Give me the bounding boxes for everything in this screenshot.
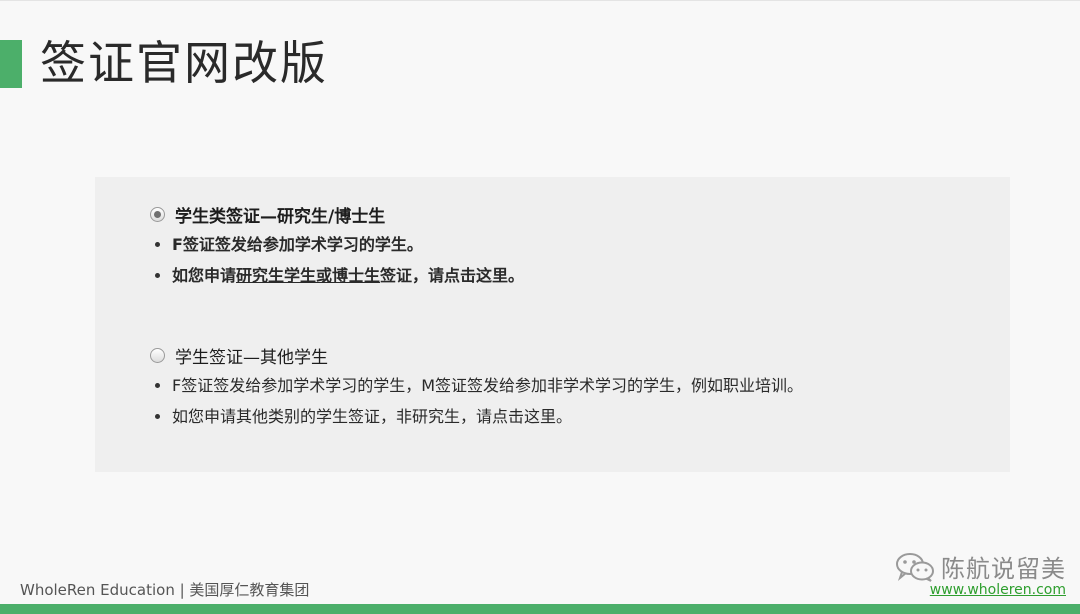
bullet-suffix: 签证，请点击这里。 bbox=[380, 266, 525, 285]
brand-watermark: 陈航说留美 www.wholeren.com bbox=[895, 549, 1066, 598]
option-description: F签证签发给参加学术学习的学生，M签证签发给参加非学术学习的学生，例如职业培训。… bbox=[150, 370, 803, 432]
radio-graduate[interactable] bbox=[150, 206, 165, 222]
footer-company: WholeRen Education | 美国厚仁教育集团 bbox=[20, 581, 310, 599]
option-description: F签证签发给参加学术学习的学生。 如您申请研究生学生或博士生签证，请点击这里。 bbox=[150, 229, 524, 291]
option-label[interactable]: 学生类签证—研究生/博士生 bbox=[175, 202, 385, 227]
slide-title: 签证官网改版 bbox=[40, 36, 328, 90]
visa-category-panel: 学生类签证—研究生/博士生 F签证签发给参加学术学习的学生。 如您申请研究生学生… bbox=[95, 177, 1010, 472]
slide: 签证官网改版 学生类签证—研究生/博士生 F签证签发给参加学术学习的学生。 如您… bbox=[0, 0, 1080, 614]
option-label[interactable]: 学生签证—其他学生 bbox=[175, 343, 328, 368]
bullet-item: 如您申请其他类别的学生签证，非研究生，请点击这里。 bbox=[150, 401, 803, 432]
brand-url-link[interactable]: www.wholeren.com bbox=[895, 582, 1066, 598]
graduate-doctoral-link[interactable]: 研究生学生或博士生 bbox=[236, 266, 380, 285]
visa-option-other[interactable]: 学生签证—其他学生 F签证签发给参加学术学习的学生，M签证签发给参加非学术学习的… bbox=[150, 342, 803, 432]
bullet-item: F签证签发给参加学术学习的学生，M签证签发给参加非学术学习的学生，例如职业培训。 bbox=[150, 370, 803, 401]
wechat-icon bbox=[896, 552, 934, 582]
brand-name: 陈航说留美 bbox=[941, 555, 1066, 583]
radio-other[interactable] bbox=[150, 347, 165, 363]
bullet-prefix: 如您申请 bbox=[172, 266, 237, 285]
bullet-item: F签证签发给参加学术学习的学生。 bbox=[150, 229, 524, 260]
bullet-item: 如您申请研究生学生或博士生签证，请点击这里。 bbox=[150, 260, 524, 291]
title-accent-bar bbox=[0, 40, 22, 88]
visa-option-graduate[interactable]: 学生类签证—研究生/博士生 F签证签发给参加学术学习的学生。 如您申请研究生学生… bbox=[150, 201, 524, 291]
